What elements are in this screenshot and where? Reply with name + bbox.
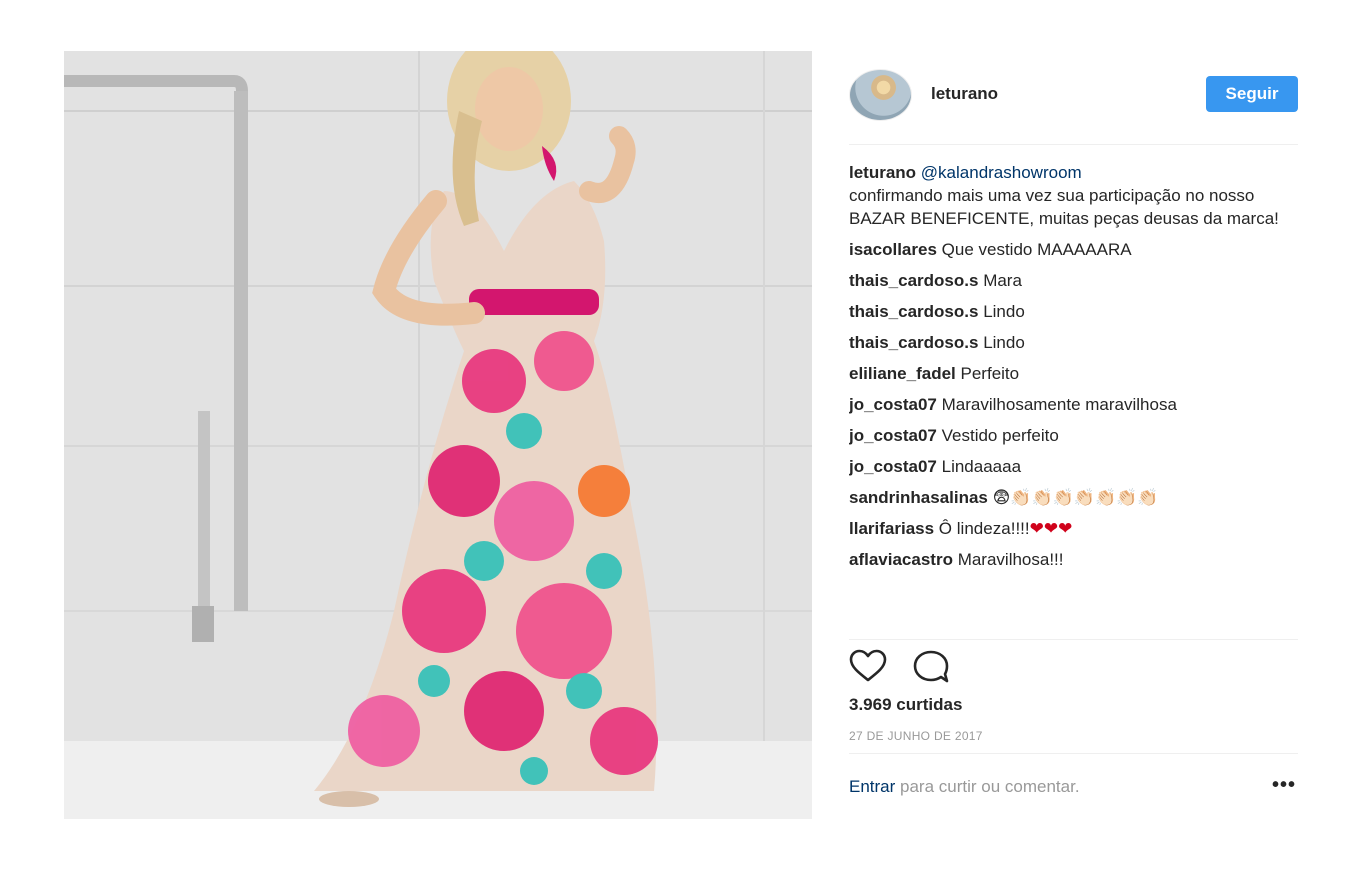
post-header: leturano Seguir: [849, 69, 1298, 121]
list-item: eliliane_fadel Perfeito: [849, 362, 1298, 393]
footer-divider: [849, 753, 1298, 754]
caption-text: confirmando mais uma vez sua participaçã…: [849, 186, 1279, 228]
follow-button[interactable]: Seguir: [1206, 76, 1298, 112]
comment-text: Maravilhosamente maravilhosa: [941, 395, 1177, 414]
comment-text: Lindo: [983, 333, 1025, 352]
avatar[interactable]: [849, 69, 912, 121]
comments-list[interactable]: leturano @kalandrashowroom confirmando m…: [849, 161, 1298, 639]
photo-illustration: [64, 51, 812, 819]
post-photo[interactable]: [64, 51, 812, 819]
list-item: jo_costa07 Lindaaaaa: [849, 455, 1298, 486]
comment-username[interactable]: jo_costa07: [849, 395, 937, 414]
comment-username[interactable]: isacollares: [849, 240, 937, 259]
list-item: thais_cardoso.s Lindo: [849, 300, 1298, 331]
comment-username[interactable]: thais_cardoso.s: [849, 271, 978, 290]
comment-text: Ô lindeza!!!!❤❤❤: [938, 519, 1073, 538]
comment-text: Maravilhosa!!!: [957, 550, 1064, 569]
login-prompt-text: para curtir ou comentar.: [895, 777, 1080, 796]
list-item: jo_costa07 Maravilhosamente maravilhosa: [849, 393, 1298, 424]
action-bar: [849, 649, 1298, 685]
comment-username[interactable]: thais_cardoso.s: [849, 333, 978, 352]
comment-username[interactable]: llarifariass: [849, 519, 934, 538]
comment-username[interactable]: eliliane_fadel: [849, 364, 956, 383]
list-item: jo_costa07 Vestido perfeito: [849, 424, 1298, 455]
comment-text: Vestido perfeito: [941, 426, 1059, 445]
comment-bubble-icon[interactable]: [912, 649, 950, 685]
ellipsis-icon[interactable]: •••: [1270, 774, 1298, 798]
login-prompt: Entrar para curtir ou comentar. •••: [849, 774, 1298, 805]
list-item: llarifariass Ô lindeza!!!!❤❤❤: [849, 517, 1298, 548]
comment-username[interactable]: aflaviacastro: [849, 550, 953, 569]
caption-mention[interactable]: @kalandrashowroom: [921, 163, 1082, 182]
list-item: sandrinhasalinas 😨👏🏻👏🏻👏🏻👏🏻👏🏻👏🏻👏🏻: [849, 486, 1298, 517]
list-item: thais_cardoso.s Mara: [849, 269, 1298, 300]
list-item: aflaviacastro Maravilhosa!!!: [849, 548, 1298, 579]
comment-text: Que vestido MAAAAARA: [941, 240, 1132, 259]
comment-text: Lindo: [983, 302, 1025, 321]
header-divider: [849, 144, 1298, 145]
post-sidebar: leturano Seguir leturano @kalandrashowro…: [849, 51, 1298, 819]
caption: leturano @kalandrashowroom confirmando m…: [849, 161, 1298, 230]
heart-outline-icon[interactable]: [849, 649, 887, 685]
list-item: isacollares Que vestido MAAAAARA: [849, 238, 1298, 269]
comment-text: 😨👏🏻👏🏻👏🏻👏🏻👏🏻👏🏻👏🏻: [992, 488, 1159, 507]
comment-username[interactable]: thais_cardoso.s: [849, 302, 978, 321]
comments-divider: [849, 639, 1298, 640]
comment-username[interactable]: jo_costa07: [849, 426, 937, 445]
header-username[interactable]: leturano: [931, 84, 998, 104]
post-date: 27 DE JUNHO DE 2017: [849, 729, 983, 743]
caption-username[interactable]: leturano: [849, 163, 916, 182]
login-link[interactable]: Entrar: [849, 777, 895, 796]
comment-text: Perfeito: [960, 364, 1020, 383]
comment-text: Lindaaaaa: [941, 457, 1022, 476]
comment-text: Mara: [983, 271, 1022, 290]
comment-username[interactable]: jo_costa07: [849, 457, 937, 476]
comment-username[interactable]: sandrinhasalinas: [849, 488, 988, 507]
likes-count[interactable]: 3.969 curtidas: [849, 695, 962, 715]
list-item: thais_cardoso.s Lindo: [849, 331, 1298, 362]
